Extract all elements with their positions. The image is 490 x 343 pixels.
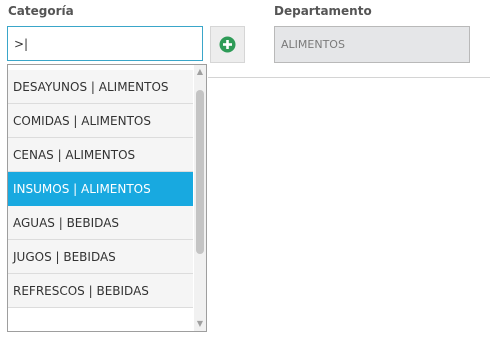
add-categoria-button[interactable] <box>210 26 245 63</box>
categoria-option[interactable]: JUGOS | BEBIDAS <box>8 240 193 274</box>
categoria-option-list: DESAYUNOS | ALIMENTOS COMIDAS | ALIMENTO… <box>8 70 193 308</box>
plus-circle-icon <box>219 36 236 53</box>
categoria-option[interactable]: CENAS | ALIMENTOS <box>8 138 193 172</box>
scroll-down-arrow-icon[interactable]: ▼ <box>194 317 206 331</box>
divider <box>208 77 490 78</box>
categoria-label: Categoría <box>8 4 74 18</box>
categoria-option-selected[interactable]: INSUMOS | ALIMENTOS <box>8 172 193 206</box>
departamento-value: ALIMENTOS <box>281 38 345 51</box>
categoria-dropdown[interactable]: DESAYUNOS | ALIMENTOS COMIDAS | ALIMENTO… <box>7 64 207 332</box>
categoria-option[interactable]: REFRESCOS | BEBIDAS <box>8 274 193 308</box>
categoria-option[interactable]: DESAYUNOS | ALIMENTOS <box>8 70 193 104</box>
departamento-field: ALIMENTOS <box>274 26 470 63</box>
categoria-input[interactable] <box>7 26 203 61</box>
dropdown-scrollbar[interactable]: ▲ ▼ <box>194 65 206 331</box>
scrollbar-thumb[interactable] <box>196 90 204 254</box>
scroll-up-arrow-icon[interactable]: ▲ <box>194 65 206 79</box>
departamento-label: Departamento <box>274 4 372 18</box>
categoria-option[interactable]: COMIDAS | ALIMENTOS <box>8 104 193 138</box>
categoria-option[interactable]: AGUAS | BEBIDAS <box>8 206 193 240</box>
